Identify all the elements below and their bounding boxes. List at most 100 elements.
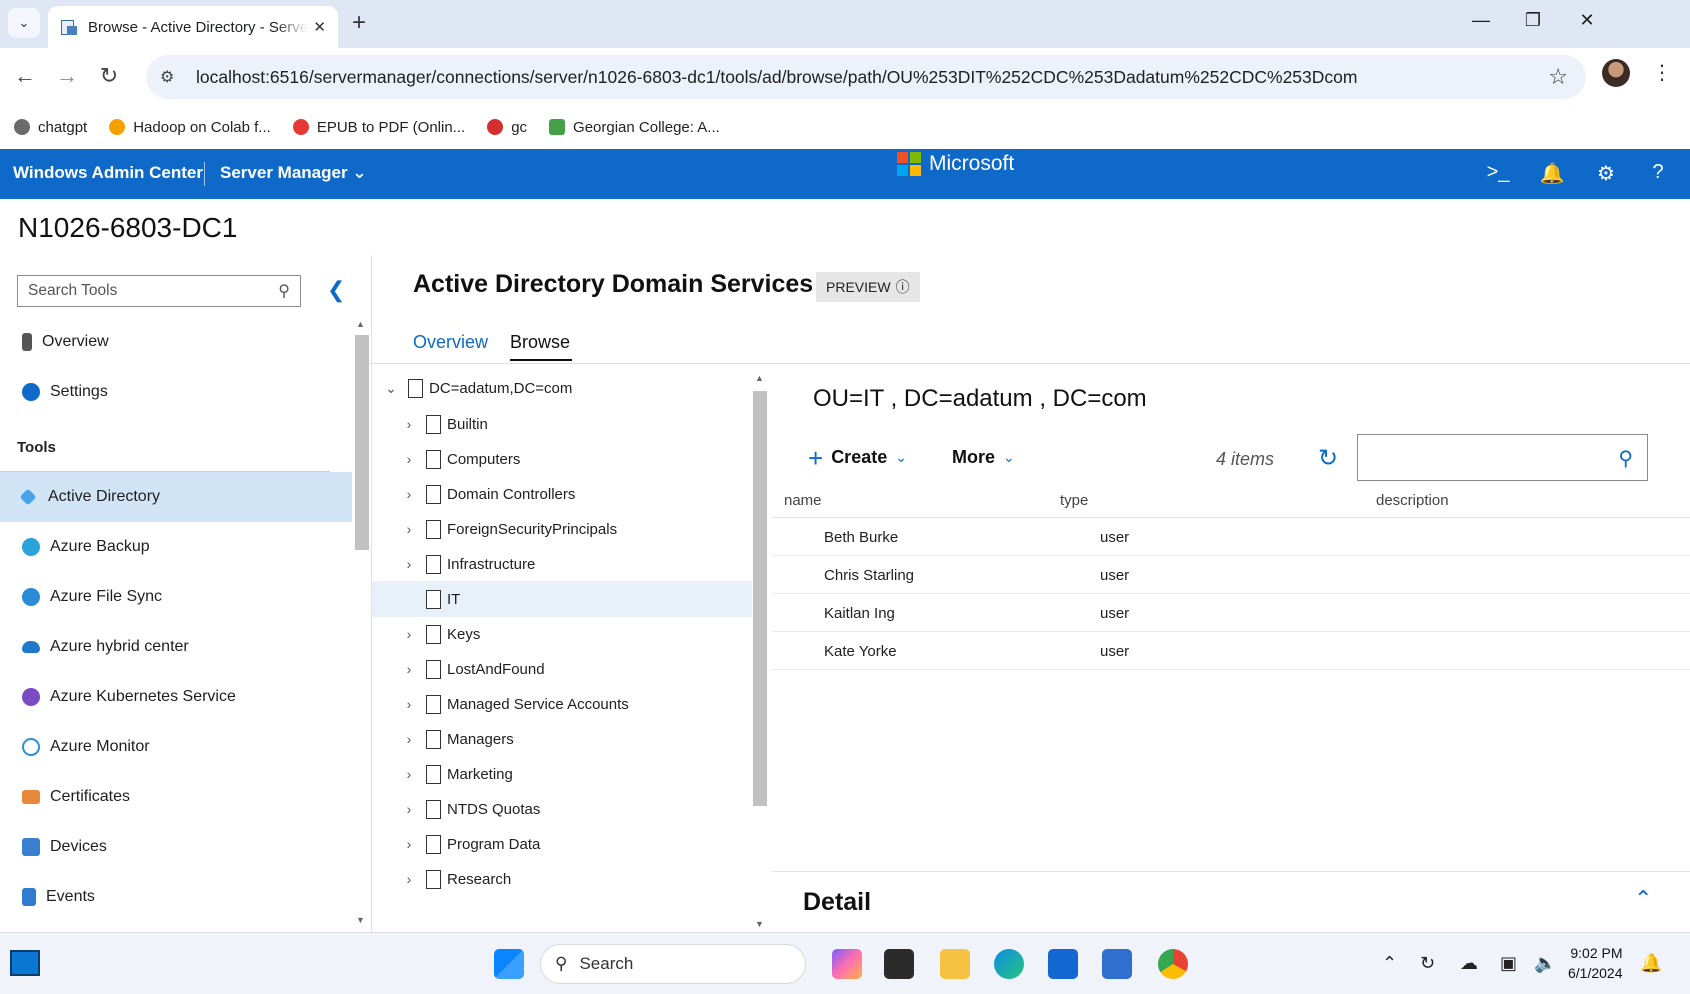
address-bar[interactable]: ⚙ localhost:6516/servermanager/connectio…	[146, 55, 1586, 99]
tab-close-icon[interactable]: ✕	[313, 18, 326, 36]
widgets-icon[interactable]	[10, 950, 40, 976]
notifications-bell-icon[interactable]: 🔔	[1640, 953, 1662, 974]
table-row[interactable]: Kaitlan Ing user	[772, 594, 1690, 632]
settings-gear-icon[interactable]: ⚙	[1592, 161, 1620, 186]
system-clock[interactable]: 9:02 PM 6/1/2024	[1568, 943, 1623, 983]
more-button[interactable]: More ⌄	[952, 447, 1015, 468]
taskbar-search[interactable]: ⚲ Search	[540, 944, 806, 984]
powershell-icon[interactable]	[1102, 949, 1132, 979]
tree-item-computers[interactable]: › Computers	[372, 441, 752, 477]
notification-bell-icon[interactable]: 🔔	[1538, 161, 1566, 186]
tree-item-it[interactable]: IT	[372, 581, 752, 617]
tree-scroll-thumb[interactable]	[753, 391, 767, 806]
minimize-icon[interactable]: —	[1466, 10, 1496, 31]
chevron-right-icon[interactable]: ›	[402, 766, 416, 782]
tree-item-research[interactable]: › Research	[372, 861, 752, 897]
scroll-down-icon[interactable]: ▼	[755, 919, 764, 929]
tree-scrollbar[interactable]: ▲ ▼	[751, 371, 769, 929]
new-tab-button[interactable]: +	[352, 10, 366, 36]
chrome-icon[interactable]	[1158, 949, 1188, 979]
bookmark-star-icon[interactable]: ☆	[1548, 64, 1568, 90]
tree-item-infrastructure[interactable]: › Infrastructure	[372, 546, 752, 582]
chevron-right-icon[interactable]: ›	[402, 556, 416, 572]
volume-icon[interactable]: 🔈	[1534, 953, 1556, 974]
chevron-right-icon[interactable]: ›	[402, 696, 416, 712]
bookmark-gc[interactable]: gc	[487, 119, 527, 136]
search-tools-input[interactable]: Search Tools ⚲	[17, 275, 301, 307]
browser-tab[interactable]: Browse - Active Directory - Server Manag…	[48, 6, 338, 48]
tree-item-ntds-quotas[interactable]: › NTDS Quotas	[372, 791, 752, 827]
sidebar-item-azure-hybrid-center[interactable]: Azure hybrid center	[0, 622, 352, 672]
scroll-down-icon[interactable]: ▼	[356, 915, 365, 925]
scroll-up-icon[interactable]: ▲	[356, 319, 365, 329]
chevron-right-icon[interactable]: ›	[402, 661, 416, 677]
tree-item-managed-service-accounts[interactable]: › Managed Service Accounts	[372, 686, 752, 722]
column-header-description[interactable]: description	[1376, 492, 1449, 509]
sidebar-scroll-thumb[interactable]	[355, 335, 369, 550]
search-icon[interactable]: ⚲	[1618, 446, 1633, 471]
sidebar-item-azure-backup[interactable]: Azure Backup	[0, 522, 352, 572]
sync-icon[interactable]: ↻	[1420, 953, 1435, 974]
profile-avatar[interactable]	[1602, 59, 1630, 87]
tab-browse[interactable]: Browse	[510, 332, 570, 353]
copilot-icon[interactable]	[832, 949, 862, 979]
bookmark-epub[interactable]: EPUB to PDF (Onlin...	[292, 119, 465, 136]
list-search-input[interactable]: ⚲	[1357, 434, 1648, 481]
chevron-right-icon[interactable]: ›	[402, 836, 416, 852]
sidebar-item-certificates[interactable]: Certificates	[0, 772, 352, 822]
start-windows-icon[interactable]	[494, 949, 524, 979]
sidebar-item-azure-monitor[interactable]: Azure Monitor	[0, 722, 352, 772]
site-info-icon[interactable]: ⚙	[160, 67, 182, 87]
sidebar-item-azure-file-sync[interactable]: Azure File Sync	[0, 572, 352, 622]
tree-item-domain-controllers[interactable]: › Domain Controllers	[372, 476, 752, 512]
bookmark-hadoop[interactable]: Hadoop on Colab f...	[109, 119, 271, 136]
store-icon[interactable]	[1048, 949, 1078, 979]
column-header-name[interactable]: name	[784, 492, 822, 509]
table-row[interactable]: Kate Yorke user	[772, 632, 1690, 670]
table-row[interactable]: Chris Starling user	[772, 556, 1690, 594]
chevron-up-icon[interactable]: ⌃	[1382, 953, 1397, 974]
forward-icon[interactable]: →	[52, 64, 82, 88]
tree-item-marketing[interactable]: › Marketing	[372, 756, 752, 792]
powershell-icon[interactable]: >_	[1484, 161, 1512, 184]
sidebar-item-overview[interactable]: Overview	[0, 317, 352, 367]
tree-item-builtin[interactable]: › Builtin	[372, 406, 752, 442]
url-text[interactable]: localhost:6516/servermanager/connections…	[196, 67, 1357, 88]
server-manager-dropdown[interactable]: Server Manager ⌄	[220, 163, 367, 183]
tree-item-lost-and-found[interactable]: › LostAndFound	[372, 651, 752, 687]
tree-root[interactable]: ⌄ DC=adatum,DC=com	[372, 370, 752, 406]
sidebar-scrollbar[interactable]: ▲ ▼	[352, 317, 370, 927]
chevron-right-icon[interactable]: ›	[402, 486, 416, 502]
preview-badge[interactable]: PREVIEW ⓘ	[816, 272, 920, 302]
sidebar-item-devices[interactable]: Devices	[0, 822, 352, 872]
column-header-type[interactable]: type	[1060, 492, 1088, 509]
bookmark-chatgpt[interactable]: chatgpt	[14, 119, 87, 136]
sidebar-item-settings[interactable]: Settings	[0, 367, 352, 417]
terminal-icon[interactable]	[884, 949, 914, 979]
tree-item-managers[interactable]: › Managers	[372, 721, 752, 757]
file-explorer-icon[interactable]	[940, 949, 970, 979]
sidebar-item-events[interactable]: Events	[0, 872, 352, 922]
chevron-right-icon[interactable]: ›	[402, 626, 416, 642]
collapse-sidebar-icon[interactable]: ❮	[327, 277, 345, 303]
tab-search-dropdown[interactable]: ⌄	[8, 8, 40, 38]
restore-icon[interactable]: ❐	[1518, 10, 1548, 31]
chevron-right-icon[interactable]: ›	[402, 451, 416, 467]
cloud-icon[interactable]: ☁	[1460, 953, 1478, 974]
edge-icon[interactable]	[994, 949, 1024, 979]
wac-brand[interactable]: Windows Admin Center	[13, 163, 203, 183]
tree-item-keys[interactable]: › Keys	[372, 616, 752, 652]
sidebar-item-azure-kubernetes[interactable]: Azure Kubernetes Service	[0, 672, 352, 722]
tab-overview[interactable]: Overview	[413, 332, 488, 353]
network-icon[interactable]: ▣	[1500, 953, 1517, 974]
chevron-right-icon[interactable]: ›	[402, 801, 416, 817]
chevron-right-icon[interactable]: ›	[402, 871, 416, 887]
tree-item-foreign-security-principals[interactable]: › ForeignSecurityPrincipals	[372, 511, 752, 547]
help-icon[interactable]: ?	[1644, 161, 1672, 184]
table-row[interactable]: Beth Burke user	[772, 518, 1690, 556]
chevron-right-icon[interactable]: ›	[402, 416, 416, 432]
tree-item-program-data[interactable]: › Program Data	[372, 826, 752, 862]
chevron-down-icon[interactable]: ⌄	[384, 380, 398, 397]
bookmark-georgian[interactable]: Georgian College: A...	[549, 119, 720, 136]
reload-icon[interactable]: ↻	[94, 64, 124, 88]
